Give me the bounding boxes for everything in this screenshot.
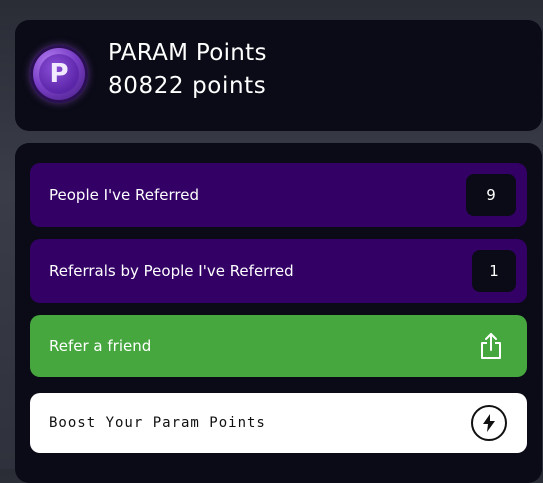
points-total: 80822 points	[108, 73, 267, 99]
secondary-referrals-label: Referrals by People I've Referred	[49, 262, 294, 280]
refer-friend-button[interactable]: Refer a friend	[30, 315, 527, 377]
people-referred-label: People I've Referred	[49, 186, 199, 204]
boost-points-button[interactable]: Boost Your Param Points	[30, 393, 527, 453]
boost-points-label: Boost Your Param Points	[49, 415, 266, 431]
people-referred-count: 9	[466, 174, 516, 216]
logo-letter: P	[49, 59, 69, 89]
page-title: PARAM Points	[108, 40, 267, 66]
points-summary-card: P PARAM Points 80822 points	[15, 20, 542, 131]
secondary-referrals-count: 1	[472, 250, 516, 292]
refer-friend-label: Refer a friend	[49, 337, 152, 355]
lightning-icon	[471, 405, 507, 441]
param-coin-logo: P	[30, 45, 88, 103]
people-referred-row[interactable]: People I've Referred 9	[30, 163, 527, 227]
share-icon	[481, 333, 501, 359]
secondary-referrals-row[interactable]: Referrals by People I've Referred 1	[30, 239, 527, 303]
referral-panel: People I've Referred 9 Referrals by Peop…	[15, 143, 542, 483]
